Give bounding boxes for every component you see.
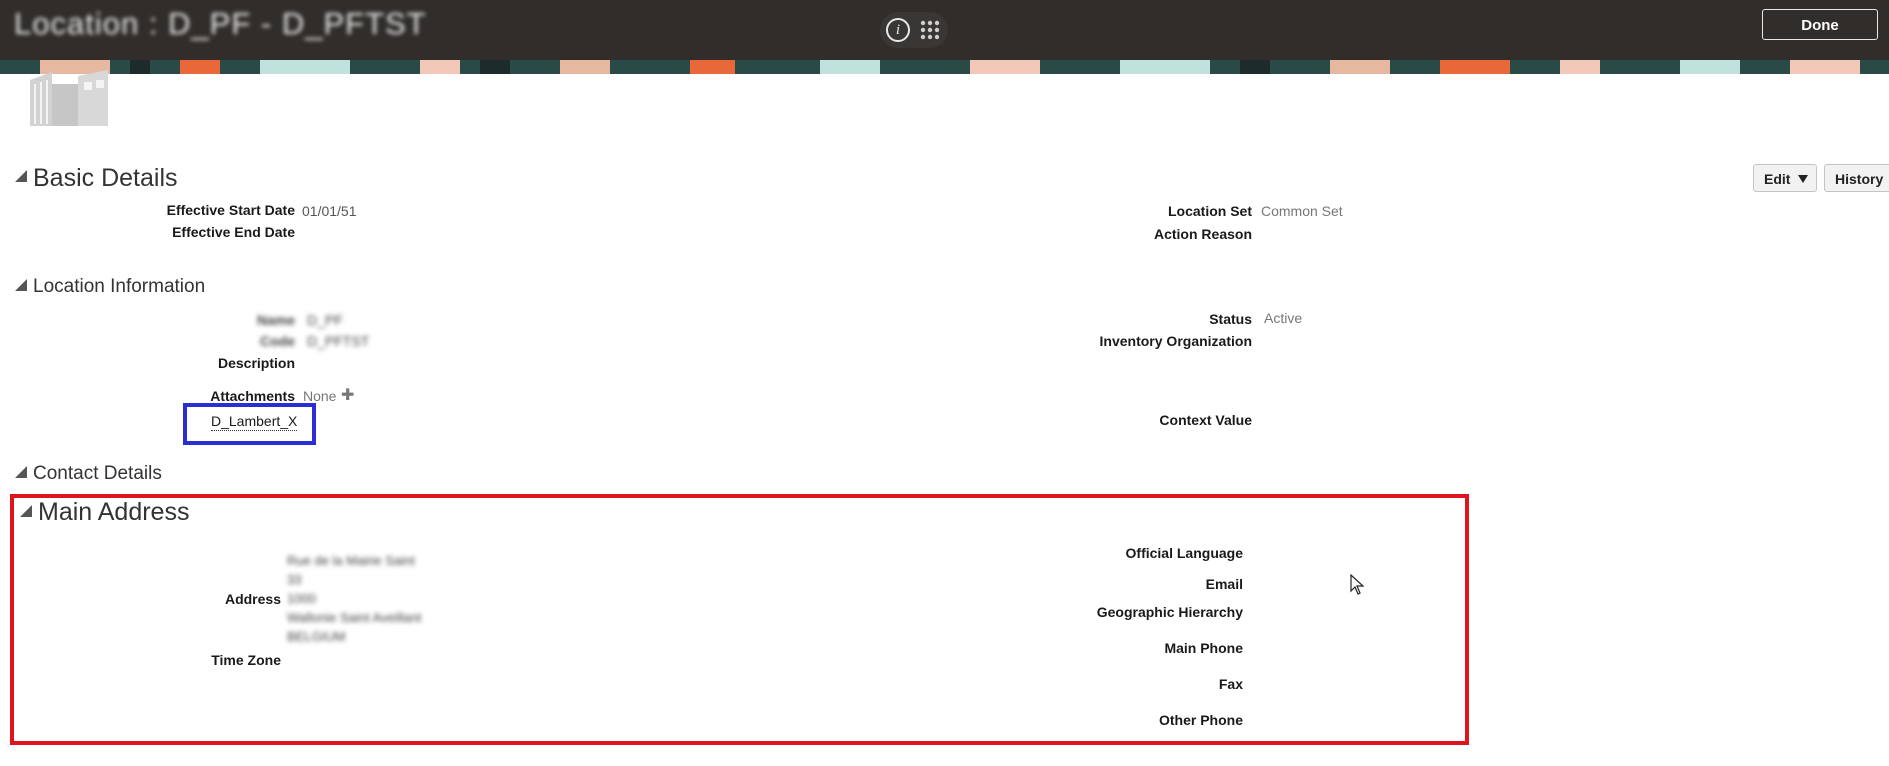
email-label: Email <box>1205 576 1243 592</box>
action-reason-label: Action Reason <box>1153 226 1252 242</box>
location-building-icon <box>30 70 108 126</box>
code-value: D_PFTST <box>307 333 370 349</box>
section-title-location-information: Location Information <box>33 276 206 297</box>
dropdown-arrow-icon <box>1798 175 1808 183</box>
description-label: Description <box>217 355 295 371</box>
status-value: Active <box>1264 310 1303 326</box>
context-link[interactable]: D_Lambert_X <box>211 413 298 431</box>
name-value: D_PF <box>307 312 343 328</box>
add-icon[interactable]: ✚ <box>341 385 354 405</box>
geographic-hierarchy-label: Geographic Hierarchy <box>1096 604 1243 620</box>
time-zone-label: Time Zone <box>211 652 281 668</box>
effective-start-date-label: Effective Start Date <box>166 202 295 218</box>
done-button[interactable]: Done <box>1762 9 1878 40</box>
address-line: Wallonie Saint Aveillant <box>287 610 422 625</box>
page-title: Location : D_PF - D_PFTST <box>14 6 427 41</box>
location-set-label: Location Set <box>1167 203 1252 219</box>
inventory-organization-label: Inventory Organization <box>1099 333 1252 349</box>
address-line: Rue de la Mairie Saint <box>287 553 415 568</box>
collapse-triangle-icon[interactable] <box>15 466 27 478</box>
attachments-value[interactable]: None <box>303 388 336 404</box>
collapse-triangle-icon[interactable] <box>20 505 32 517</box>
address-line: BELGIUM <box>287 629 346 644</box>
history-button[interactable]: History <box>1824 164 1889 192</box>
apps-grid-icon[interactable] <box>920 20 940 40</box>
edit-button-label: Edit <box>1764 171 1791 187</box>
address-label: Address <box>224 591 281 607</box>
attachments-label: Attachments <box>210 388 295 404</box>
effective-start-date-value: 01/01/51 <box>302 203 357 219</box>
section-title-contact-details: Contact Details <box>33 463 162 484</box>
fax-label: Fax <box>1218 676 1243 692</box>
status-label: Status <box>1209 311 1252 327</box>
collapse-triangle-icon[interactable] <box>15 170 27 182</box>
address-line: 1000 <box>287 591 316 606</box>
mouse-cursor-icon <box>1350 574 1364 595</box>
decorative-banner <box>0 60 1889 74</box>
context-value-label: Context Value <box>1159 412 1252 428</box>
code-label: Code <box>260 333 295 349</box>
section-title-main-address: Main Address <box>38 498 190 526</box>
location-set-value: Common Set <box>1261 203 1343 219</box>
section-title-basic-details: Basic Details <box>33 164 178 192</box>
collapse-triangle-icon[interactable] <box>15 279 27 291</box>
main-phone-label: Main Phone <box>1164 640 1243 656</box>
other-phone-label: Other Phone <box>1158 712 1243 728</box>
effective-end-date-label: Effective End Date <box>172 224 295 240</box>
name-label: Name <box>256 312 295 328</box>
highlight-box-red <box>10 494 1469 745</box>
edit-button[interactable]: Edit <box>1753 164 1817 192</box>
official-language-label: Official Language <box>1125 545 1243 561</box>
address-line: 33 <box>287 572 302 587</box>
info-icon[interactable]: i <box>886 18 910 42</box>
